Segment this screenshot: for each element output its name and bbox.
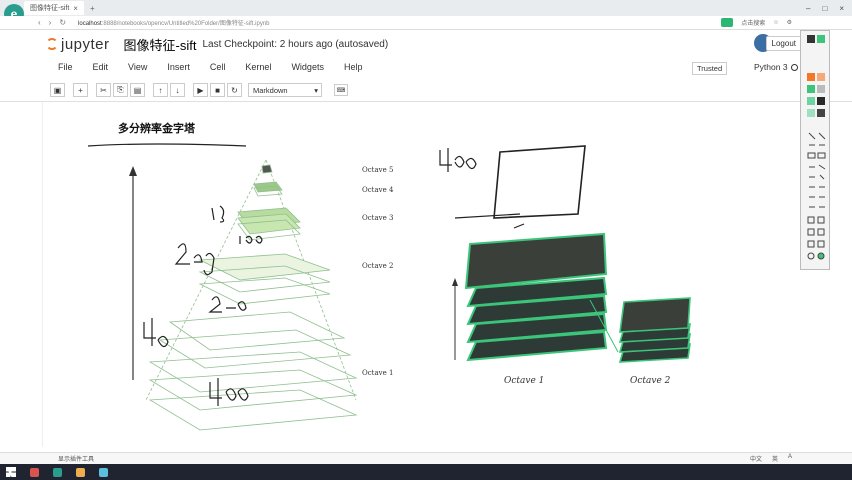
cell-type-value: Markdown bbox=[253, 85, 288, 95]
menu-file[interactable]: File bbox=[58, 62, 73, 72]
drawing-palette bbox=[800, 30, 830, 270]
right-stack-octave2 bbox=[618, 297, 691, 363]
save-icon[interactable]: ▣ bbox=[50, 83, 65, 97]
url-field[interactable]: localhost:8888/notebooks/opencv/Untitled… bbox=[78, 18, 269, 27]
palette-color-orange bbox=[807, 73, 815, 81]
menu-view[interactable]: View bbox=[128, 62, 147, 72]
url-host: localhost bbox=[78, 21, 102, 27]
palette-color-green bbox=[817, 35, 825, 43]
taskbar-app-icon[interactable] bbox=[30, 467, 39, 477]
restart-icon[interactable]: ↻ bbox=[227, 83, 242, 97]
reload-icon[interactable]: ↻ bbox=[59, 18, 66, 27]
menu-help[interactable]: Help bbox=[344, 62, 363, 72]
stop-icon[interactable]: ■ bbox=[210, 83, 225, 97]
nav-buttons: ‹ › ↻ bbox=[38, 18, 66, 27]
jupyter-logo[interactable]: jupyter bbox=[46, 36, 110, 53]
jupyter-logo-icon bbox=[46, 38, 58, 50]
back-icon[interactable]: ‹ bbox=[38, 18, 41, 27]
address-bar: ‹ › ↻ localhost:8888/notebooks/opencv/Un… bbox=[0, 16, 852, 30]
kernel-name: Python 3 bbox=[754, 62, 788, 72]
kernel-status-icon bbox=[790, 64, 798, 72]
heading-underline bbox=[87, 143, 247, 147]
window-controls: – □ × bbox=[806, 4, 852, 13]
forward-icon[interactable]: › bbox=[49, 18, 52, 27]
minimize-icon[interactable]: – bbox=[806, 4, 810, 13]
tab-title: 图像特征-sift bbox=[30, 5, 70, 12]
close-icon[interactable]: × bbox=[73, 4, 78, 13]
notebook-toolbar: ▣ + ✂ ⎘ ▤ ↑ ↓ ▶ ■ ↻ Markdown ▾ ⌨ bbox=[0, 80, 852, 100]
menu-widgets[interactable]: Widgets bbox=[291, 62, 324, 72]
octave-label-1: Octave 1 bbox=[362, 369, 394, 377]
left-pyramid bbox=[145, 159, 358, 431]
cut-icon[interactable]: ✂ bbox=[96, 83, 111, 97]
maximize-icon[interactable]: □ bbox=[822, 4, 827, 13]
close-window-icon[interactable]: × bbox=[839, 4, 844, 13]
os-taskbar bbox=[0, 464, 852, 480]
status-item-lang[interactable]: 中文 bbox=[750, 454, 762, 463]
cell-type-select[interactable]: Markdown ▾ bbox=[248, 83, 322, 97]
menu-kernel[interactable]: Kernel bbox=[245, 62, 271, 72]
keyboard-icon[interactable]: ⌨ bbox=[334, 84, 348, 96]
octave2-caption: Octave 2 bbox=[630, 376, 671, 386]
status-message: 显示插件工具 bbox=[58, 457, 95, 463]
paste-icon[interactable]: ▤ bbox=[130, 83, 145, 97]
run-icon[interactable]: ▶ bbox=[193, 83, 208, 97]
octave1-caption: Octave 1 bbox=[504, 376, 545, 386]
trusted-indicator[interactable]: Trusted bbox=[692, 62, 728, 75]
status-right: 中文 英 A bbox=[750, 454, 852, 463]
right-stack-octave1 bbox=[464, 232, 608, 362]
octave-label-4: Octave 4 bbox=[362, 186, 394, 194]
move-up-icon[interactable]: ↑ bbox=[153, 83, 168, 97]
octave-label-5: Octave 5 bbox=[362, 166, 394, 174]
checkpoint-status: Last Checkpoint: 2 hours ago (autosaved) bbox=[202, 38, 389, 50]
menu-cell[interactable]: Cell bbox=[210, 62, 226, 72]
browser-tab-bar: 图像特征-sift × + – □ × bbox=[0, 0, 852, 16]
taskbar-edge-icon[interactable] bbox=[99, 467, 108, 477]
notebook-title[interactable]: 图像特征-sift bbox=[124, 35, 197, 54]
browser-tab[interactable]: 图像特征-sift × bbox=[24, 1, 84, 15]
new-tab-icon[interactable]: + bbox=[90, 4, 95, 13]
menu-insert[interactable]: Insert bbox=[167, 62, 190, 72]
extension-icon[interactable]: ⚙ bbox=[787, 19, 792, 26]
url-path: :8888/notebooks/opencv/Untitled%20Folder… bbox=[101, 21, 270, 27]
jupyter-header: jupyter 图像特征-sift Last Checkpoint: 2 hou… bbox=[0, 30, 852, 58]
taskbar-folder-icon[interactable] bbox=[76, 467, 85, 477]
kernel-indicator: Python 3 bbox=[754, 62, 798, 72]
star-icon[interactable]: ☆ bbox=[773, 19, 778, 26]
jupyter-logo-text: jupyter bbox=[61, 35, 110, 53]
menu-edit[interactable]: Edit bbox=[93, 62, 109, 72]
handwritten-square bbox=[493, 145, 586, 219]
copy-icon[interactable]: ⎘ bbox=[113, 83, 128, 97]
taskbar-browser-icon[interactable] bbox=[53, 467, 62, 477]
octave-label-2: Octave 2 bbox=[362, 262, 394, 270]
address-bar-right: 点击搜索 ☆ ⚙ bbox=[721, 18, 852, 27]
pyramid-illustration bbox=[87, 143, 691, 431]
octave-label-3: Octave 3 bbox=[362, 214, 394, 222]
windows-start-icon[interactable] bbox=[6, 467, 16, 477]
search-label[interactable]: 点击搜索 bbox=[741, 18, 765, 27]
browser-status-bar: 显示插件工具 中文 英 A bbox=[0, 452, 852, 464]
move-down-icon[interactable]: ↓ bbox=[170, 83, 185, 97]
logout-button[interactable]: Logout bbox=[765, 36, 802, 51]
insert-cell-icon[interactable]: + bbox=[73, 83, 88, 97]
palette-color-black bbox=[807, 35, 815, 43]
status-item-font[interactable]: A bbox=[788, 454, 792, 463]
chevron-down-icon: ▾ bbox=[314, 85, 318, 95]
green-chip[interactable] bbox=[721, 18, 734, 27]
status-item-ime[interactable]: 英 bbox=[772, 454, 778, 463]
